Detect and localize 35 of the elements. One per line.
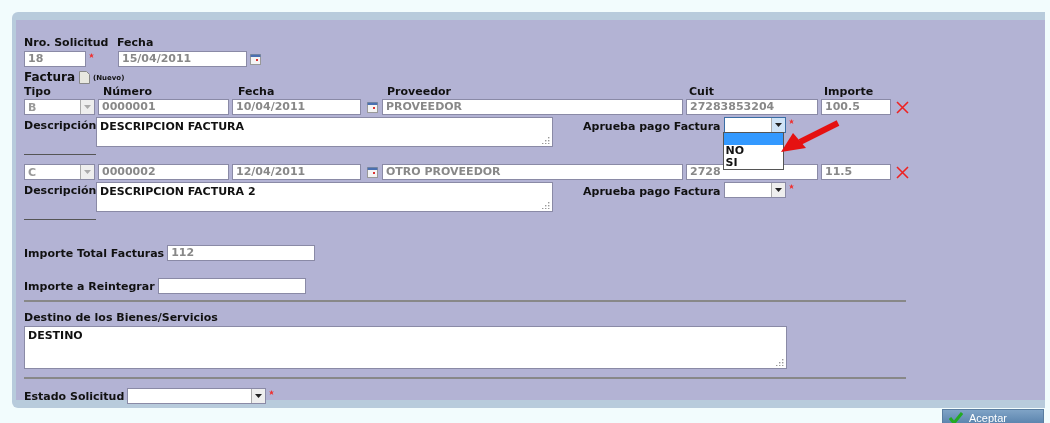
field-label: Nro. Solicitud <box>24 36 110 49</box>
destination-field[interactable]: DESTINO <box>24 326 787 369</box>
section-title: Factura <box>24 70 75 84</box>
field-label: Estado Solicitud <box>24 389 125 403</box>
field-label: Descripción <box>24 184 96 197</box>
column-header: Número <box>102 85 153 98</box>
select-field[interactable]: C <box>24 164 95 180</box>
description-field[interactable]: DESCRIPCION FACTURA 2 <box>96 182 553 212</box>
field-label: Aprueba pago Factura <box>583 120 721 133</box>
description-field[interactable]: DESCRIPCION FACTURA <box>96 117 553 147</box>
field-label: Destino de los Bienes/Servicios <box>24 311 219 324</box>
field-label: Importe Total Facturas <box>24 246 165 260</box>
field-label: Importe a Reintegrar <box>24 279 155 293</box>
cuit-field[interactable]: 27283853204 <box>686 99 818 115</box>
column-header: Importe <box>823 85 875 98</box>
field-label: Aprueba pago Factura <box>583 185 721 198</box>
select-field[interactable]: B <box>24 99 95 115</box>
field-label: Fecha <box>117 36 154 49</box>
date-field[interactable]: 15/04/2011 <box>118 51 247 67</box>
number-field[interactable]: 0000001 <box>98 99 229 115</box>
column-header: Cuit <box>688 85 715 98</box>
column-header: Proveedor <box>386 85 452 98</box>
amount-field[interactable]: 100.5 <box>821 99 891 115</box>
column-header: Fecha <box>237 85 276 98</box>
column-header: Tipo <box>24 85 52 98</box>
date-field[interactable]: 10/04/2011 <box>232 99 361 115</box>
field-label: Descripción <box>24 119 96 132</box>
request-number-field[interactable]: 18 <box>24 51 86 67</box>
amount-field[interactable]: 11.5 <box>821 164 891 180</box>
date-field[interactable]: 12/04/2011 <box>232 164 361 180</box>
supplier-field[interactable]: OTRO PROVEEDOR <box>382 164 683 180</box>
number-field[interactable]: 0000002 <box>98 164 229 180</box>
supplier-field[interactable]: PROVEEDOR <box>382 99 683 115</box>
dropdown-option[interactable]: NO <box>723 145 783 157</box>
total-field[interactable]: 112 <box>167 245 316 261</box>
